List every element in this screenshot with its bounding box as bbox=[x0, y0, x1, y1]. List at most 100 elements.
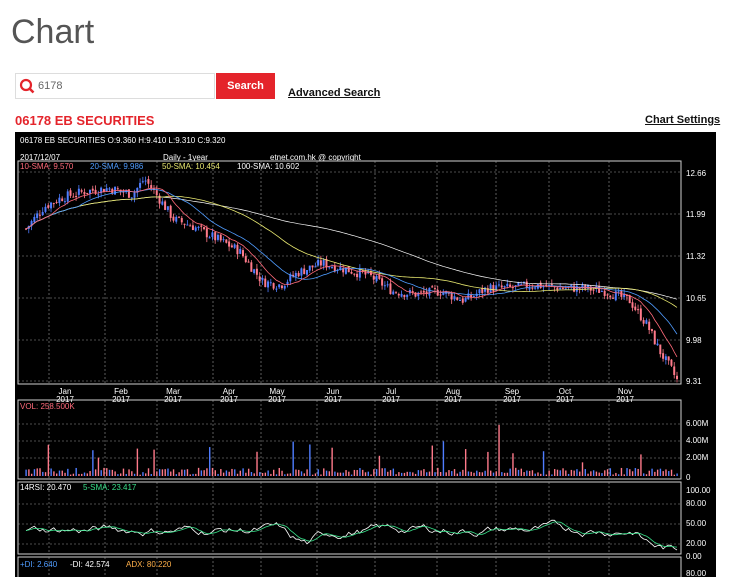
search-input[interactable] bbox=[38, 76, 208, 96]
volume-bar bbox=[298, 469, 300, 476]
volume-bar bbox=[526, 470, 528, 476]
volume-bar bbox=[83, 472, 86, 476]
volume-bar bbox=[673, 474, 676, 476]
volume-bar bbox=[517, 469, 520, 476]
volume-bar bbox=[145, 473, 147, 476]
candle-body bbox=[144, 180, 147, 182]
volume-bar bbox=[253, 473, 255, 476]
candle-body bbox=[420, 291, 423, 293]
volume-bar bbox=[490, 470, 492, 476]
volume-bar bbox=[273, 469, 275, 476]
volume-bar bbox=[125, 473, 127, 476]
candle-body bbox=[147, 179, 150, 184]
volume-bar bbox=[214, 470, 216, 476]
volume-bar bbox=[587, 473, 589, 476]
candle-body bbox=[617, 291, 620, 293]
candle-body bbox=[428, 287, 431, 296]
candle-body bbox=[431, 286, 434, 288]
candle-body bbox=[550, 283, 553, 286]
advanced-search-link[interactable]: Advanced Search bbox=[288, 87, 380, 99]
candle-body bbox=[236, 244, 239, 255]
volume-bar bbox=[459, 471, 461, 476]
volume-bar bbox=[195, 473, 197, 476]
volume-bar bbox=[643, 473, 645, 476]
volume-bar bbox=[562, 468, 564, 476]
candle-body bbox=[653, 330, 656, 345]
candle-body bbox=[44, 206, 47, 212]
volume-bar bbox=[498, 424, 500, 476]
candle-body bbox=[258, 276, 261, 282]
rsi-tick: 80.00 bbox=[686, 499, 707, 508]
year-label: 2017 bbox=[164, 395, 182, 404]
candle-body bbox=[230, 245, 233, 248]
candle-body bbox=[283, 285, 286, 289]
candle-body bbox=[255, 268, 258, 275]
volume-bar bbox=[72, 473, 75, 476]
candle-body bbox=[130, 197, 133, 199]
volume-bar bbox=[620, 467, 623, 476]
candle-body bbox=[75, 195, 78, 197]
candle-body bbox=[272, 283, 275, 289]
volume-bar bbox=[478, 472, 481, 476]
candle-body bbox=[86, 192, 89, 194]
candle-body bbox=[58, 197, 61, 204]
volume-bar bbox=[590, 471, 592, 476]
volume-tick: 0 bbox=[686, 473, 691, 482]
dmi-tick: 80.00 bbox=[686, 569, 707, 577]
volume-bar bbox=[579, 471, 581, 476]
search-field[interactable] bbox=[15, 73, 215, 99]
volume-bar bbox=[309, 444, 311, 476]
search-icon bbox=[19, 78, 35, 94]
candle-body bbox=[397, 293, 400, 296]
candle-body bbox=[97, 194, 100, 196]
volume-bar bbox=[423, 469, 425, 476]
candle-body bbox=[456, 297, 459, 300]
volume-bar bbox=[350, 474, 353, 476]
volume-bar bbox=[442, 441, 445, 476]
volume-bar bbox=[28, 469, 30, 476]
candle-body bbox=[528, 287, 531, 290]
candle-body bbox=[459, 299, 461, 301]
candle-body bbox=[520, 283, 523, 285]
volume-bar bbox=[25, 469, 27, 476]
candle-body bbox=[670, 359, 673, 366]
volume-bar bbox=[456, 473, 459, 476]
volume-bar bbox=[61, 470, 63, 476]
volume-bar bbox=[403, 472, 406, 476]
candle-body bbox=[531, 287, 534, 289]
volume-bar bbox=[314, 473, 317, 476]
chart-settings-link[interactable]: Chart Settings bbox=[645, 114, 720, 126]
volume-bar bbox=[150, 473, 152, 476]
volume-bar bbox=[114, 471, 116, 476]
candle-body bbox=[47, 205, 50, 208]
candle-body bbox=[612, 297, 615, 299]
volume-bar bbox=[136, 448, 139, 476]
candle-body bbox=[36, 213, 39, 219]
volume-bar bbox=[339, 472, 342, 476]
year-label: 2017 bbox=[556, 395, 574, 404]
volume-bar bbox=[250, 472, 253, 476]
candle-body bbox=[472, 295, 475, 297]
price-tick: 10.65 bbox=[686, 294, 707, 303]
volume-bar bbox=[172, 469, 175, 476]
volume-bar bbox=[420, 470, 422, 476]
volume-bar bbox=[453, 469, 456, 476]
volume-bar bbox=[270, 473, 272, 476]
volume-bar bbox=[323, 468, 325, 476]
volume-bar bbox=[606, 469, 609, 476]
candle-body bbox=[356, 273, 359, 278]
sma100-label: 100-SMA: 10.602 bbox=[237, 162, 300, 171]
volume-bar bbox=[556, 469, 559, 476]
candle-body bbox=[561, 287, 564, 289]
volume-bar bbox=[336, 472, 339, 476]
year-label: 2017 bbox=[112, 395, 130, 404]
candle-body bbox=[267, 281, 270, 288]
search-button[interactable]: Search bbox=[216, 73, 275, 99]
candle-body bbox=[38, 214, 41, 216]
volume-bar bbox=[353, 469, 356, 476]
volume-bar bbox=[317, 469, 319, 476]
candle-body bbox=[305, 270, 308, 275]
volume-bar bbox=[97, 457, 100, 476]
volume-bar bbox=[170, 471, 172, 476]
candle-body bbox=[225, 239, 228, 243]
